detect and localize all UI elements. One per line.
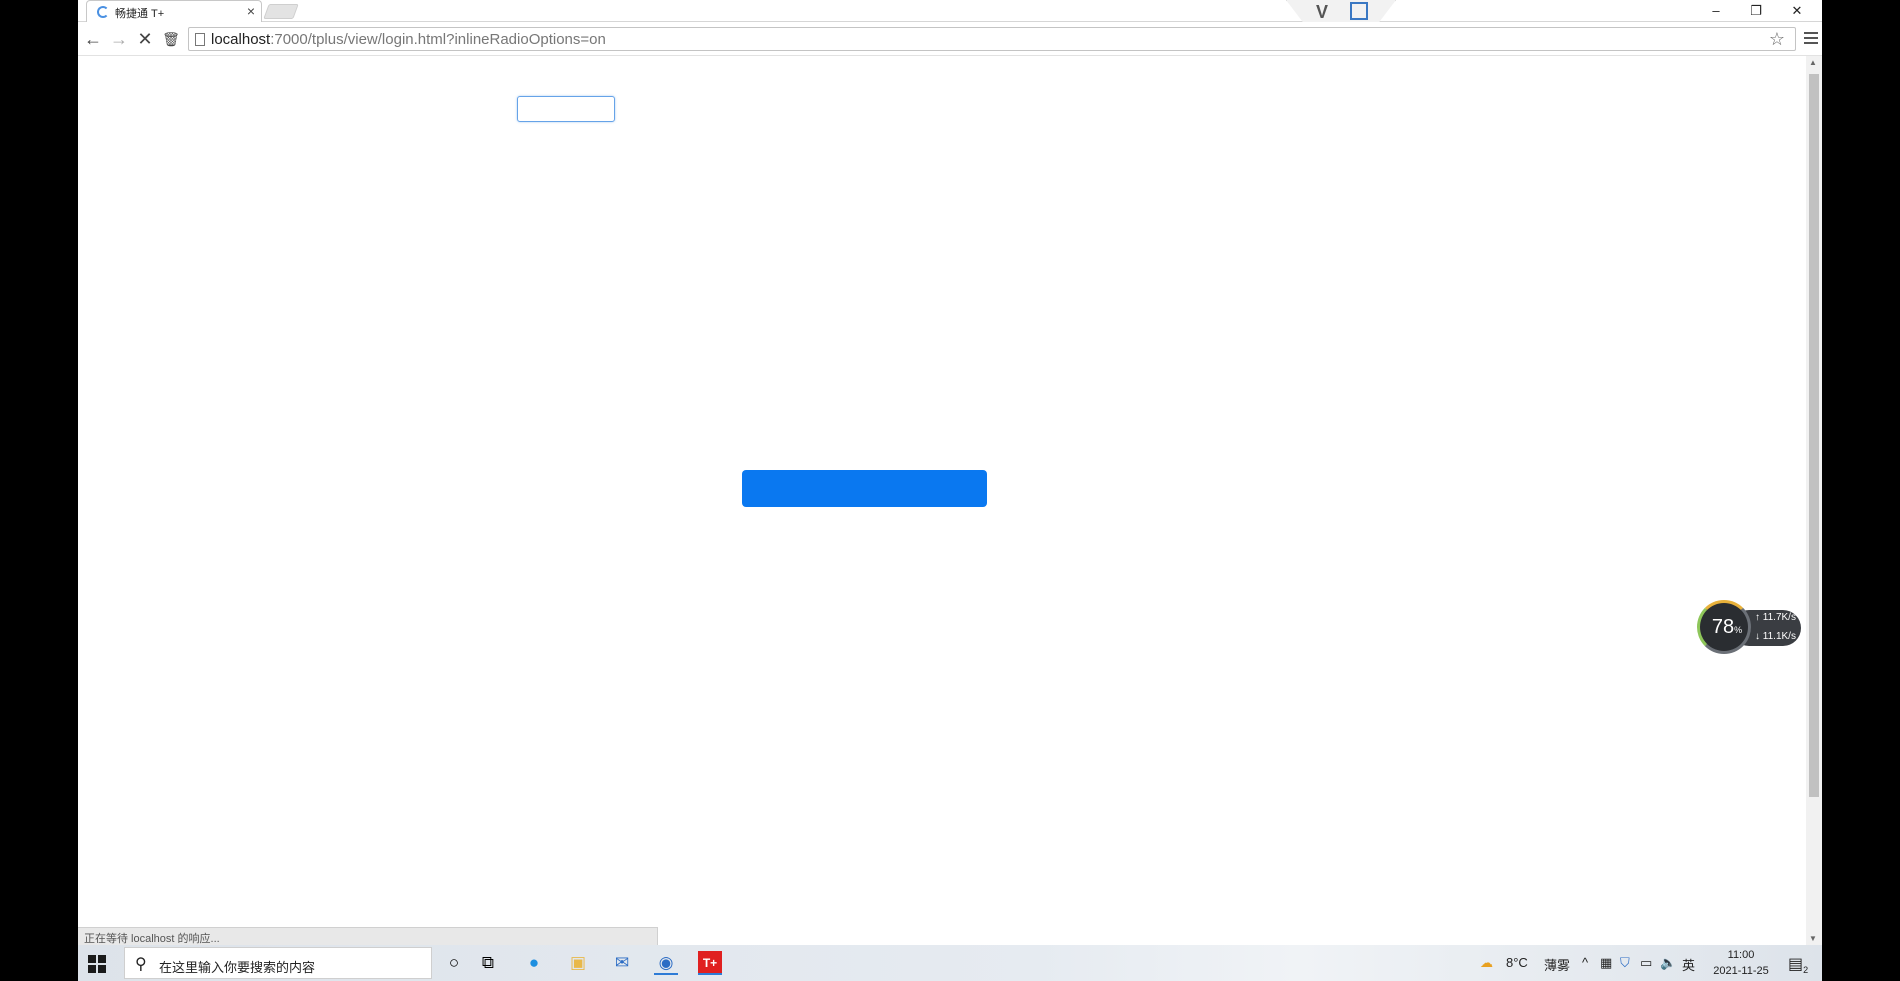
- url-text[interactable]: localhost:7000/tplus/view/login.html?inl…: [211, 31, 606, 48]
- ime-indicator[interactable]: 英: [1682, 955, 1695, 974]
- stop-icon[interactable]: ✕: [134, 28, 156, 50]
- scroll-up-icon[interactable]: ▲: [1809, 58, 1817, 67]
- bookmark-star-icon[interactable]: ☆: [1769, 29, 1785, 50]
- windows-start-icon[interactable]: [88, 955, 106, 973]
- browser-toolbar: ← → ✕ 🗑 localhost:7000/tplus/view/login.…: [78, 22, 1822, 56]
- status-bar: 正在等待 localhost 的响应...: [78, 927, 658, 945]
- tab-close-icon[interactable]: ×: [247, 3, 255, 19]
- vertical-scrollbar[interactable]: ▲ ▼: [1806, 56, 1822, 945]
- tplus-app-icon[interactable]: T+: [698, 951, 722, 975]
- search-placeholder: 在这里输入你要搜索的内容: [159, 960, 316, 975]
- taskbar: ⚲ 在这里输入你要搜索的内容 ○ ⧉ ● ▣ ✉ ◉ T+ ☁ 8°C 薄雾 ^…: [78, 945, 1822, 981]
- tab-active[interactable]: 畅捷通 T+ ×: [86, 0, 262, 22]
- page-content: [78, 56, 1806, 945]
- clock-date: 2021-11-25: [1713, 965, 1769, 977]
- scroll-down-icon[interactable]: ▼: [1809, 934, 1817, 943]
- network-monitor-widget[interactable]: ↑ 11.7K/s ↓ 11.1K/s 78%: [1697, 600, 1803, 654]
- browser-window: 畅捷通 T+ × V – ❐ ✕ ← → ✕ 🗑 localhost:7000/…: [78, 0, 1822, 945]
- new-tab-button[interactable]: [263, 4, 299, 19]
- upload-speed: ↑ 11.7K/s: [1755, 612, 1796, 623]
- task-view-icon[interactable]: ⧉: [476, 951, 500, 975]
- clock[interactable]: 11:00 2021-11-25: [1706, 947, 1776, 979]
- clock-time: 11:00: [1727, 949, 1755, 961]
- restore-button[interactable]: ❐: [1736, 1, 1776, 21]
- mail-icon[interactable]: ✉: [610, 951, 634, 975]
- taskbar-search-box[interactable]: ⚲ 在这里输入你要搜索的内容: [124, 947, 432, 979]
- notification-center-icon[interactable]: ▤2: [1788, 954, 1808, 975]
- menu-icon[interactable]: [1802, 29, 1820, 47]
- cpu-percent: 78: [1711, 616, 1735, 638]
- minimize-button[interactable]: –: [1696, 1, 1736, 21]
- tray-expand-icon[interactable]: ^: [1582, 955, 1588, 970]
- cpu-gauge: 78%: [1697, 600, 1751, 654]
- scroll-thumb[interactable]: [1809, 74, 1819, 797]
- extension-v-icon[interactable]: V: [1316, 2, 1328, 23]
- network-icon[interactable]: ▭: [1640, 955, 1652, 971]
- weather-icon[interactable]: ☁: [1480, 955, 1493, 971]
- close-window-button[interactable]: ✕: [1777, 1, 1817, 21]
- security-shield-icon[interactable]: ⛉: [1620, 955, 1630, 971]
- download-speed: ↓ 11.1K/s: [1755, 631, 1796, 642]
- page-icon: [195, 33, 205, 46]
- trash-icon[interactable]: 🗑: [160, 28, 182, 50]
- volume-icon[interactable]: 🔈: [1660, 955, 1676, 971]
- weather-desc[interactable]: 薄雾: [1544, 955, 1570, 974]
- extension-grid-icon[interactable]: [1350, 2, 1368, 20]
- login-input[interactable]: [517, 96, 615, 122]
- tray-app-icon[interactable]: ▦: [1600, 955, 1612, 971]
- search-icon: ⚲: [135, 956, 147, 973]
- login-button[interactable]: [742, 470, 987, 507]
- edge-browser-icon[interactable]: ●: [522, 951, 546, 975]
- cortana-icon[interactable]: ○: [442, 951, 466, 975]
- browser-app-icon[interactable]: ◉: [654, 951, 678, 975]
- weather-temp[interactable]: 8°C: [1506, 955, 1528, 970]
- file-explorer-icon[interactable]: ▣: [566, 951, 590, 975]
- tab-strip: 畅捷通 T+ × V – ❐ ✕: [78, 0, 1822, 26]
- forward-arrow-icon[interactable]: →: [108, 28, 130, 50]
- back-arrow-icon[interactable]: ←: [82, 28, 104, 50]
- address-bar[interactable]: localhost:7000/tplus/view/login.html?inl…: [188, 27, 1796, 51]
- tab-title: 畅捷通 T+: [115, 8, 165, 20]
- loading-spinner-icon: [97, 6, 109, 18]
